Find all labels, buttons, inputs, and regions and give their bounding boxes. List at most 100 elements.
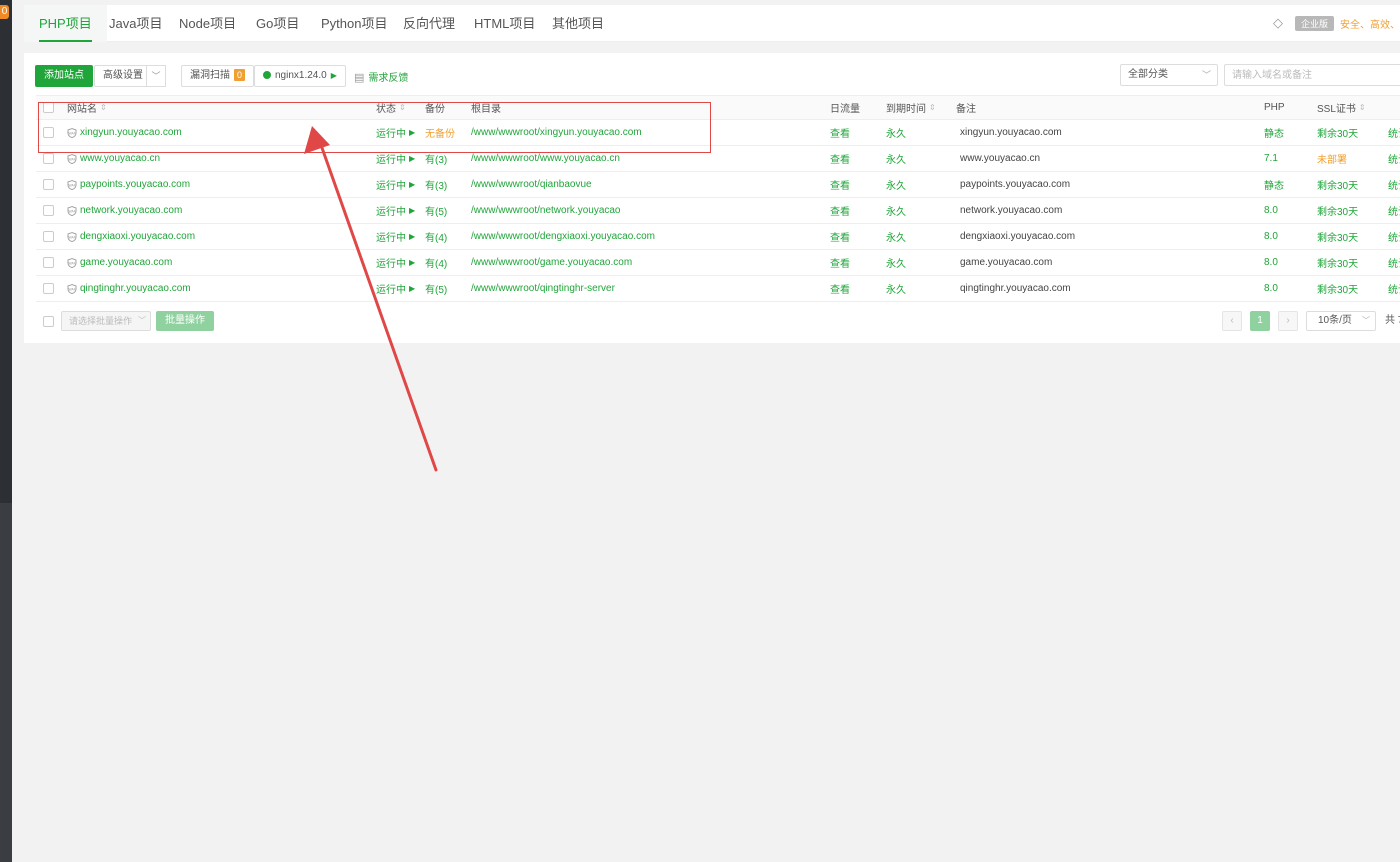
ssl-status-link[interactable]: 剩余30天: [1317, 203, 1358, 218]
edition-info[interactable]: ◇ 企业版 安全、高效、: [1273, 13, 1400, 33]
batch-operation-select[interactable]: 请选择批量操作 ﹀: [61, 311, 151, 331]
header-status[interactable]: 状态 ⇕: [376, 96, 406, 119]
site-name-cell[interactable]: WAF paypoints.youyacao.com: [67, 172, 190, 197]
site-name-link[interactable]: network.youyacao.com: [80, 205, 182, 216]
expire-cell[interactable]: 永久: [886, 250, 906, 275]
php-version-link[interactable]: 8.0: [1264, 205, 1278, 216]
stat-cell[interactable]: 统计: [1388, 198, 1400, 223]
backup-link[interactable]: 有(5): [425, 281, 447, 296]
note-cell[interactable]: xingyun.youyacao.com: [960, 120, 1062, 145]
traffic-cell[interactable]: 查看: [830, 250, 850, 275]
site-name-cell[interactable]: WAF qingtinghr.youyacao.com: [67, 276, 191, 301]
root-path-link[interactable]: /www/wwwroot/network.youyacao: [471, 205, 621, 216]
root-path-link[interactable]: /www/wwwroot/game.youyacao.com: [471, 257, 632, 268]
root-cell[interactable]: /www/wwwroot/www.youyacao.cn: [471, 146, 620, 171]
php-cell[interactable]: 8.0: [1264, 276, 1278, 301]
backup-link[interactable]: 有(4): [425, 229, 447, 244]
root-cell[interactable]: /www/wwwroot/xingyun.youyacao.com: [471, 120, 642, 145]
row-checkbox[interactable]: [43, 257, 54, 268]
backup-cell[interactable]: 有(4): [425, 250, 447, 275]
expire-link[interactable]: 永久: [886, 177, 906, 192]
root-cell[interactable]: /www/wwwroot/qingtinghr-server: [471, 276, 615, 301]
ssl-cell[interactable]: 剩余30天: [1317, 172, 1358, 197]
php-cell[interactable]: 7.1: [1264, 146, 1278, 171]
site-name-link[interactable]: dengxiaoxi.youyacao.com: [80, 231, 195, 242]
add-site-button[interactable]: 添加站点: [35, 65, 93, 87]
backup-link[interactable]: 有(3): [425, 151, 447, 166]
status-cell[interactable]: 运行中 ▶: [376, 172, 415, 197]
expire-cell[interactable]: 永久: [886, 146, 906, 171]
status-cell[interactable]: 运行中 ▶: [376, 198, 415, 223]
backup-link[interactable]: 有(5): [425, 203, 447, 218]
row-checkbox[interactable]: [43, 231, 54, 242]
nginx-button[interactable]: nginx1.24.0 ▶: [254, 65, 346, 87]
header-ssl[interactable]: SSL证书 ⇕: [1317, 96, 1366, 119]
stat-link[interactable]: 统计: [1388, 203, 1400, 218]
note-text[interactable]: paypoints.youyacao.com: [960, 179, 1070, 190]
traffic-link[interactable]: 查看: [830, 177, 850, 192]
header-expire[interactable]: 到期时间 ⇕: [886, 96, 936, 119]
note-text[interactable]: game.youyacao.com: [960, 257, 1052, 268]
site-name-cell[interactable]: WAF xingyun.youyacao.com: [67, 120, 182, 145]
traffic-cell[interactable]: 查看: [830, 172, 850, 197]
traffic-link[interactable]: 查看: [830, 255, 850, 270]
expire-link[interactable]: 永久: [886, 125, 906, 140]
root-path-link[interactable]: /www/wwwroot/qingtinghr-server: [471, 283, 615, 294]
row-checkbox[interactable]: [43, 205, 54, 216]
php-version-link[interactable]: 8.0: [1264, 257, 1278, 268]
php-version-link[interactable]: 7.1: [1264, 153, 1278, 164]
backup-link[interactable]: 有(3): [425, 177, 447, 192]
site-name-link[interactable]: qingtinghr.youyacao.com: [80, 283, 191, 294]
row-checkbox[interactable]: [43, 179, 54, 190]
site-name-cell[interactable]: WAF dengxiaoxi.youyacao.com: [67, 224, 195, 249]
note-text[interactable]: xingyun.youyacao.com: [960, 127, 1062, 138]
ssl-cell[interactable]: 剩余30天: [1317, 198, 1358, 223]
expire-link[interactable]: 永久: [886, 255, 906, 270]
batch-operation-button[interactable]: 批量操作: [156, 311, 214, 331]
stat-link[interactable]: 统计: [1388, 177, 1400, 192]
php-cell[interactable]: 8.0: [1264, 224, 1278, 249]
stat-cell[interactable]: 统计: [1388, 172, 1400, 197]
traffic-cell[interactable]: 查看: [830, 224, 850, 249]
note-cell[interactable]: qingtinghr.youyacao.com: [960, 276, 1071, 301]
stat-link[interactable]: 统计: [1388, 125, 1400, 140]
traffic-link[interactable]: 查看: [830, 281, 850, 296]
note-cell[interactable]: network.youyacao.com: [960, 198, 1062, 223]
footer-select-all-checkbox[interactable]: [43, 316, 54, 327]
page-size-select[interactable]: 10条/页 ﹀: [1306, 311, 1376, 331]
expire-link[interactable]: 永久: [886, 151, 906, 166]
note-cell[interactable]: www.youyacao.cn: [960, 146, 1040, 171]
ssl-status-link[interactable]: 剩余30天: [1317, 255, 1358, 270]
root-path-link[interactable]: /www/wwwroot/xingyun.youyacao.com: [471, 127, 642, 138]
page-number-button[interactable]: 1: [1250, 311, 1270, 331]
backup-cell[interactable]: 无备份: [425, 120, 455, 145]
traffic-cell[interactable]: 查看: [830, 198, 850, 223]
backup-link[interactable]: 无备份: [425, 125, 455, 140]
traffic-cell[interactable]: 查看: [830, 276, 850, 301]
tab-7[interactable]: 其他项目: [537, 5, 619, 42]
note-text[interactable]: network.youyacao.com: [960, 205, 1062, 216]
expire-link[interactable]: 永久: [886, 229, 906, 244]
php-cell[interactable]: 8.0: [1264, 250, 1278, 275]
traffic-link[interactable]: 查看: [830, 229, 850, 244]
feedback-link[interactable]: ▤ 需求反馈: [354, 69, 408, 84]
traffic-cell[interactable]: 查看: [830, 146, 850, 171]
traffic-cell[interactable]: 查看: [830, 120, 850, 145]
ssl-cell[interactable]: 剩余30天: [1317, 224, 1358, 249]
ssl-status-link[interactable]: 剩余30天: [1317, 125, 1358, 140]
php-version-link[interactable]: 静态: [1264, 177, 1284, 192]
select-all-checkbox[interactable]: [43, 102, 54, 113]
stat-link[interactable]: 统计: [1388, 229, 1400, 244]
backup-cell[interactable]: 有(3): [425, 146, 447, 171]
row-checkbox[interactable]: [43, 153, 54, 164]
expire-cell[interactable]: 永久: [886, 198, 906, 223]
stat-cell[interactable]: 统计: [1388, 250, 1400, 275]
status-cell[interactable]: 运行中 ▶: [376, 120, 415, 145]
ssl-cell[interactable]: 未部署: [1317, 146, 1347, 171]
note-text[interactable]: dengxiaoxi.youyacao.com: [960, 231, 1075, 242]
ssl-status-link[interactable]: 剩余30天: [1317, 229, 1358, 244]
traffic-link[interactable]: 查看: [830, 125, 850, 140]
root-cell[interactable]: /www/wwwroot/network.youyacao: [471, 198, 621, 223]
expire-cell[interactable]: 永久: [886, 224, 906, 249]
ssl-cell[interactable]: 剩余30天: [1317, 250, 1358, 275]
